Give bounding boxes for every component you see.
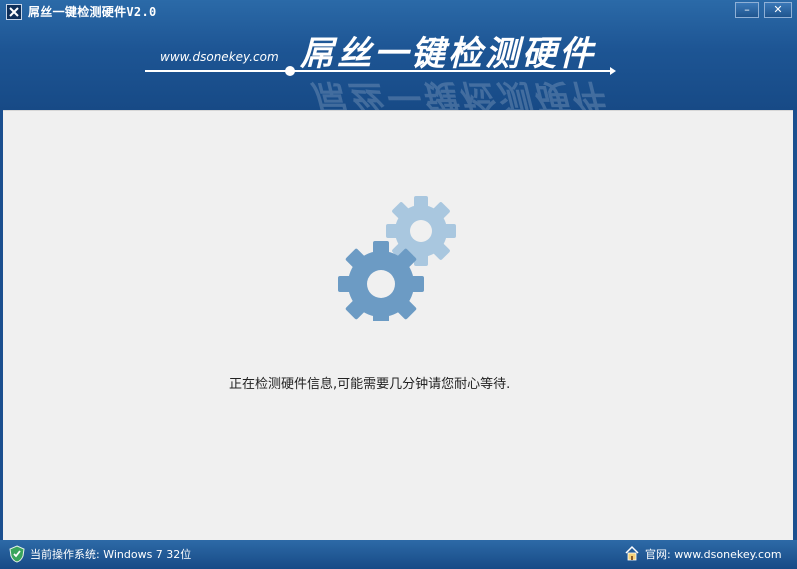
app-icon (6, 4, 22, 20)
app-window: 屌丝一键检测硬件V2.0 – ✕ www.dsonekey.com 屌丝一键检测… (0, 0, 797, 569)
official-website-link[interactable]: 官网: www.dsonekey.com (645, 546, 782, 562)
title-banner: 屌丝一键检测硬件V2.0 – ✕ www.dsonekey.com 屌丝一键检测… (0, 0, 797, 116)
close-button[interactable]: ✕ (764, 2, 792, 18)
status-bar: 当前操作系统: Windows 7 32位 官网: www.dsonekey.c… (0, 540, 797, 569)
home-icon (625, 545, 639, 561)
minimize-button[interactable]: – (735, 2, 759, 18)
gears-icon (338, 196, 456, 321)
shield-icon (9, 545, 25, 563)
detecting-message: 正在检测硬件信息,可能需要几分钟请您耐心等待. (229, 377, 511, 392)
os-info: 当前操作系统: Windows 7 32位 (30, 548, 192, 561)
main-panel: 正在检测硬件信息,可能需要几分钟请您耐心等待. (3, 110, 793, 541)
website-url: www.dsonekey.com (160, 50, 279, 64)
banner-title: 屌丝一键检测硬件 (300, 34, 596, 74)
window-title: 屌丝一键检测硬件V2.0 (28, 5, 157, 19)
banner: www.dsonekey.com 屌丝一键检测硬件 屌丝一键检测硬件 (140, 20, 620, 116)
